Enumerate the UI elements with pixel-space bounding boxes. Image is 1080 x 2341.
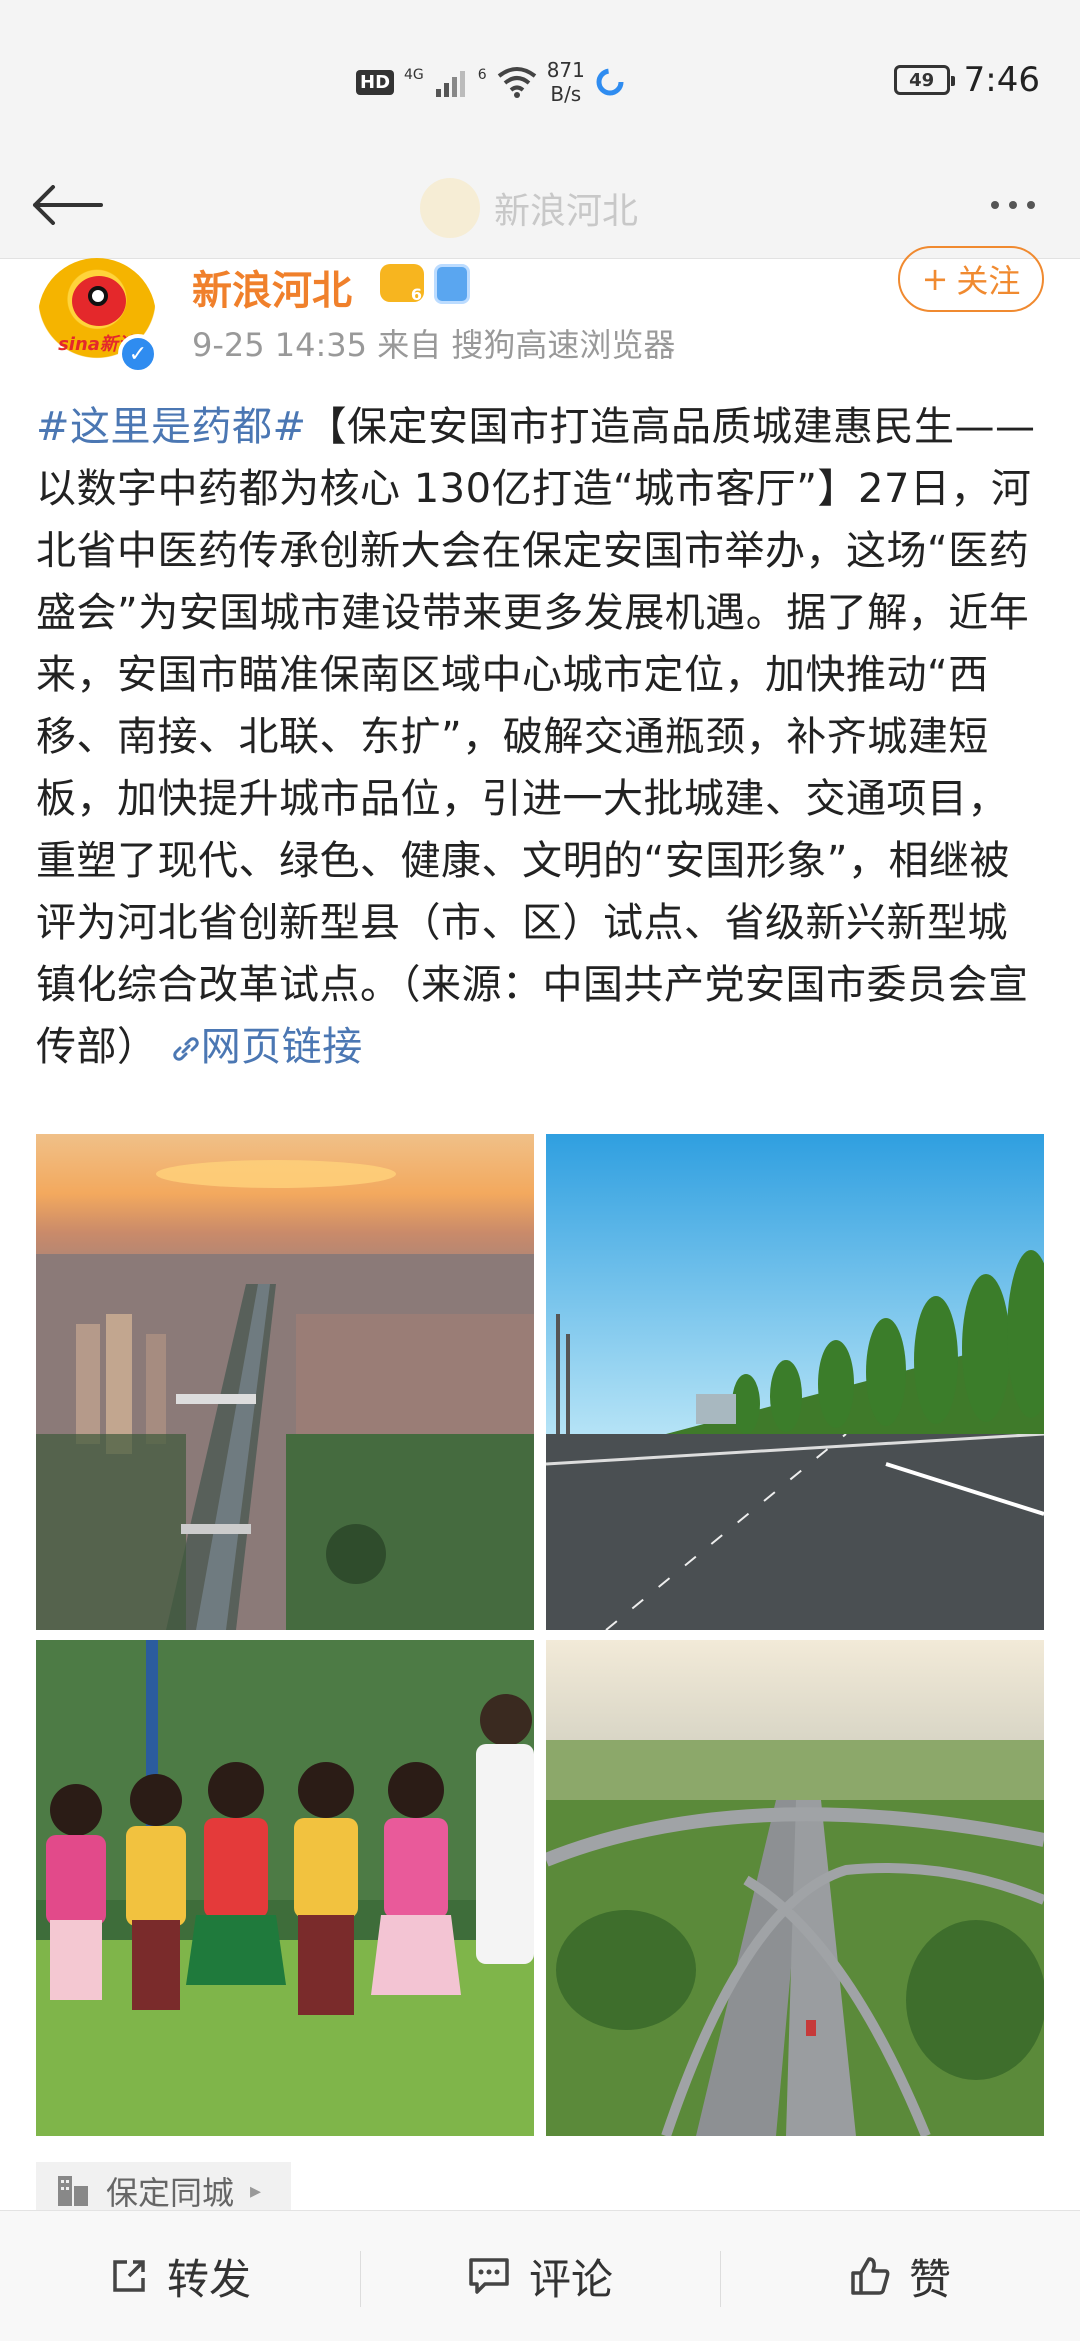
author-badges bbox=[380, 264, 470, 304]
plus-icon: + bbox=[921, 260, 949, 298]
nav-title-text: 新浪河北 bbox=[494, 191, 639, 232]
hd-badge: HD bbox=[356, 69, 395, 95]
verified-badge-icon: ✓ bbox=[118, 334, 158, 374]
post-body-text: 【保定安国市打造高品质城建惠民生—— 以数字中药都为核心 130亿打造“城市客厅… bbox=[36, 404, 1036, 1070]
location-label: 保定同城 bbox=[106, 2174, 235, 2212]
photo-highway-interchange[interactable] bbox=[546, 1640, 1044, 2136]
chevron-right-icon: ▸ bbox=[250, 2178, 262, 2204]
comment-icon bbox=[469, 2258, 509, 2294]
more-dot-icon bbox=[1009, 201, 1017, 209]
follow-button[interactable]: + 关注 bbox=[898, 246, 1044, 312]
repost-button[interactable]: 转发 bbox=[0, 2211, 360, 2341]
sina-eye-icon bbox=[88, 286, 108, 306]
nav-avatar bbox=[420, 178, 480, 238]
building-icon bbox=[58, 2176, 88, 2206]
post-meta: 9-25 14:35 来自 搜狗高速浏览器 bbox=[192, 326, 676, 364]
wifi-icon bbox=[497, 67, 536, 98]
comment-button[interactable]: 评论 bbox=[360, 2211, 720, 2341]
more-options-button[interactable] bbox=[968, 170, 1058, 240]
repost-label: 转发 bbox=[166, 2254, 251, 2304]
hashtag-link[interactable]: #这里是药都# bbox=[36, 404, 307, 450]
network-type: 4G bbox=[404, 67, 424, 83]
network-type-2: 6 bbox=[477, 67, 487, 83]
status-right: 49 7:46 bbox=[893, 50, 1040, 110]
author-name[interactable]: 新浪河北 bbox=[192, 258, 352, 316]
clock: 7:46 bbox=[963, 60, 1040, 100]
status-indicators: HD 4G 6 871 B/s bbox=[356, 52, 625, 112]
status-bar: HD 4G 6 871 B/s 49 7:46 bbox=[0, 0, 1080, 150]
web-link-label: 网页链接 bbox=[200, 1024, 363, 1070]
image-grid bbox=[36, 1134, 1044, 2136]
post-header: sina新浪 ✓ 新浪河北 9-25 14:35 来自 搜狗高速浏览器 + 关注 bbox=[0, 246, 1080, 376]
repost-icon bbox=[113, 2260, 145, 2292]
nav-title: 新浪河北 bbox=[420, 178, 638, 238]
speed-indicator: 871 B/s bbox=[546, 58, 585, 106]
bottom-action-bar: 转发 评论 赞 bbox=[0, 2210, 1080, 2341]
more-dot-icon bbox=[991, 201, 999, 209]
link-icon bbox=[173, 1037, 199, 1061]
back-button[interactable] bbox=[22, 160, 112, 250]
photo-tree-lined-road[interactable] bbox=[546, 1134, 1044, 1630]
photo-aerial-city[interactable] bbox=[36, 1134, 534, 1630]
photo-children-playing[interactable] bbox=[36, 1640, 534, 2136]
like-label: 赞 bbox=[908, 2254, 951, 2304]
like-button[interactable]: 赞 bbox=[720, 2211, 1080, 2341]
more-dot-icon bbox=[1027, 201, 1035, 209]
bus-badge-icon[interactable] bbox=[434, 264, 470, 304]
top-nav: 新浪河北 bbox=[0, 150, 1080, 259]
battery-icon: 49 bbox=[893, 65, 955, 95]
thumbs-up-icon bbox=[851, 2257, 890, 2295]
signal-icon bbox=[435, 71, 465, 97]
follow-label: 关注 bbox=[956, 262, 1021, 300]
back-arrow-icon bbox=[33, 185, 103, 225]
comment-label: 评论 bbox=[528, 2254, 613, 2304]
loading-swirl-icon bbox=[596, 68, 624, 96]
vip-crown-icon[interactable] bbox=[380, 264, 424, 304]
web-link[interactable]: 网页链接 bbox=[171, 1024, 363, 1070]
post-body: #这里是药都#【保定安国市打造高品质城建惠民生—— 以数字中药都为核心 130亿… bbox=[36, 396, 1046, 1078]
